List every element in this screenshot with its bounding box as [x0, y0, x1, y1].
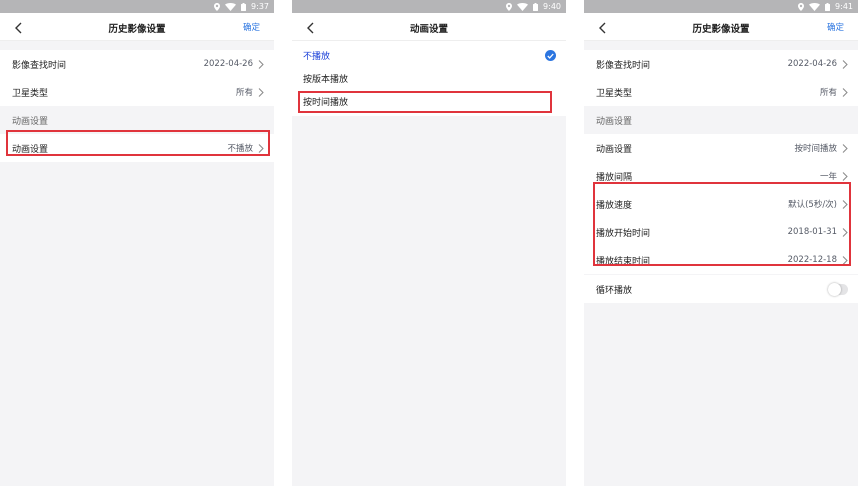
location-icon — [798, 2, 805, 11]
chevron-right-icon — [258, 59, 264, 69]
row-play-interval[interactable]: 播放间隔 一年 — [584, 162, 858, 190]
row-play-end-time[interactable]: 播放结束时间 2022-12-18 — [584, 246, 858, 274]
chevron-right-icon — [842, 87, 848, 97]
row-play-speed[interactable]: 播放速度 默认(5秒/次) — [584, 190, 858, 218]
chevron-right-icon — [842, 199, 848, 209]
screen-animation-settings: 9:40 动画设置 不播放 按版本播放 按时间播放 — [292, 0, 566, 486]
option-label: 按版本播放 — [303, 75, 349, 85]
row-value: 所有 — [235, 88, 253, 98]
option-play-by-time[interactable]: 按时间播放 — [292, 90, 566, 113]
row-value: 一年 — [819, 172, 837, 182]
confirm-button[interactable]: 确定 — [243, 21, 260, 33]
row-image-search-time[interactable]: 影像查找时间 2022-04-26 — [584, 50, 858, 78]
chevron-right-icon — [842, 255, 848, 265]
row-animation-setting[interactable]: 动画设置 按时间播放 — [584, 134, 858, 162]
row-value: 按时间播放 — [794, 144, 837, 154]
row-value: 2022-04-26 — [787, 59, 837, 69]
option-label: 按时间播放 — [303, 98, 349, 108]
row-animation-setting[interactable]: 动画设置 不播放 — [0, 134, 274, 162]
section-header-animation: 动画设置 — [584, 106, 858, 134]
row-label: 影像查找时间 — [12, 60, 67, 71]
chevron-right-icon — [842, 227, 848, 237]
battery-icon — [241, 2, 247, 11]
toggle-knob — [828, 282, 841, 296]
status-bar: 9:40 — [292, 0, 566, 13]
option-play-by-version[interactable]: 按版本播放 — [292, 67, 566, 90]
status-time: 9:37 — [251, 2, 269, 11]
row-satellite-type[interactable]: 卫星类型 所有 — [0, 78, 274, 106]
wifi-icon — [225, 2, 237, 11]
page-title: 历史影像设置 — [108, 24, 166, 35]
location-icon — [214, 2, 221, 11]
wifi-icon — [809, 2, 821, 11]
row-value: 不播放 — [227, 144, 253, 154]
status-bar: 9:37 — [0, 0, 274, 13]
location-icon — [506, 2, 513, 11]
chevron-right-icon — [258, 87, 264, 97]
row-label: 卫星类型 — [12, 88, 49, 99]
row-label: 影像查找时间 — [596, 60, 651, 71]
page-title: 动画设置 — [409, 24, 448, 35]
nav-bar: 动画设置 — [292, 13, 566, 41]
option-label: 不播放 — [303, 52, 331, 62]
row-value: 所有 — [819, 88, 837, 98]
checkmark-icon — [545, 50, 556, 61]
row-label: 循环播放 — [596, 285, 633, 296]
option-no-play[interactable]: 不播放 — [292, 44, 566, 67]
status-bar: 9:41 — [584, 0, 858, 13]
row-loop-play: 循环播放 — [584, 275, 858, 303]
battery-icon — [533, 2, 539, 11]
row-label: 播放开始时间 — [596, 228, 651, 239]
row-play-start-time[interactable]: 播放开始时间 2018-01-31 — [584, 218, 858, 246]
section-header-animation: 动画设置 — [0, 106, 274, 134]
row-value: 默认(5秒/次) — [788, 200, 837, 210]
status-time: 9:41 — [835, 2, 853, 11]
chevron-right-icon — [258, 143, 264, 153]
nav-bar: 历史影像设置 确定 — [584, 13, 858, 41]
chevron-right-icon — [842, 171, 848, 181]
row-label: 播放间隔 — [596, 172, 633, 183]
row-label: 动画设置 — [596, 144, 633, 155]
row-image-search-time[interactable]: 影像查找时间 2022-04-26 — [0, 50, 274, 78]
loop-toggle[interactable] — [828, 282, 848, 296]
screen-history-settings-expanded: 9:41 历史影像设置 确定 影像查找时间 2022-04-26 卫星类型 所有… — [584, 0, 858, 486]
row-label: 播放结束时间 — [596, 256, 651, 267]
chevron-right-icon — [842, 59, 848, 69]
nav-bar: 历史影像设置 确定 — [0, 13, 274, 41]
row-label: 动画设置 — [12, 144, 49, 155]
row-value: 2022-12-18 — [787, 255, 837, 265]
battery-icon — [825, 2, 831, 11]
page-title: 历史影像设置 — [692, 24, 750, 35]
confirm-button[interactable]: 确定 — [827, 21, 844, 33]
wifi-icon — [517, 2, 529, 11]
chevron-right-icon — [842, 143, 848, 153]
row-label: 卫星类型 — [596, 88, 633, 99]
screen-history-settings: 9:37 历史影像设置 确定 影像查找时间 2022-04-26 卫星类型 所有… — [0, 0, 274, 486]
status-time: 9:40 — [543, 2, 561, 11]
row-value: 2022-04-26 — [203, 59, 253, 69]
row-label: 播放速度 — [596, 200, 633, 211]
row-value: 2018-01-31 — [787, 227, 837, 237]
row-satellite-type[interactable]: 卫星类型 所有 — [584, 78, 858, 106]
